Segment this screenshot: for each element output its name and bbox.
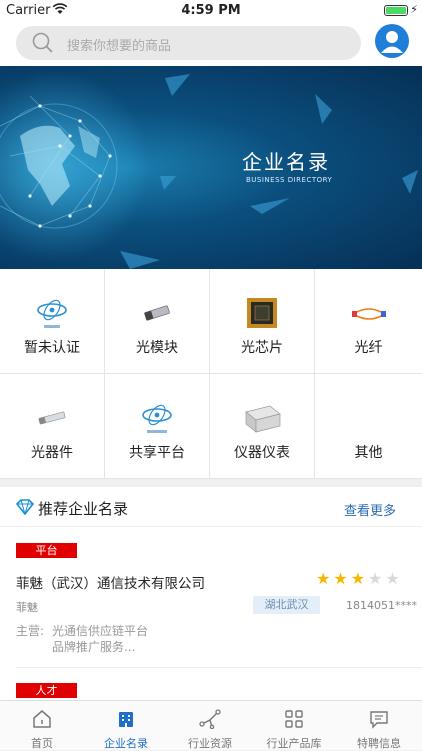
optical-module-icon [144, 305, 170, 321]
category-label: 光器件 [31, 445, 73, 461]
product-library-icon [285, 710, 303, 728]
search-header: 搜索你想要的商品 [0, 22, 422, 66]
tab-bar: 首页 企业名录 行业资源 行业产品库 特聘信息 [0, 700, 422, 750]
divider [16, 667, 422, 668]
category-label: 共享平台 [129, 445, 185, 461]
category-shared-platform[interactable]: 共享平台 [105, 374, 210, 479]
category-label: 暂未认证 [24, 340, 80, 356]
category-optical-module[interactable]: 光模块 [105, 269, 210, 374]
category-instrument[interactable]: 仪器仪表 [210, 374, 315, 479]
section-header: 推荐企业名录 查看更多 [0, 487, 422, 527]
tab-resources[interactable]: 行业资源 [168, 701, 252, 751]
instrument-icon [245, 405, 281, 433]
tab-home[interactable]: 首页 [0, 701, 84, 751]
star-icon: ★ [368, 569, 383, 588]
platform-logo-icon [142, 404, 172, 433]
globe-network-graphic [0, 71, 418, 269]
search-placeholder: 搜索你想要的商品 [67, 39, 172, 54]
category-label: 光纤 [354, 340, 383, 356]
tab-directory[interactable]: 企业名录 [84, 701, 168, 751]
banner-subtitle: BUSINESS DIRECTORY [246, 176, 333, 184]
view-more-link[interactable]: 查看更多 [344, 500, 396, 519]
search-icon [32, 32, 53, 53]
battery-icon [384, 5, 408, 16]
company-short-name: 菲魅 [16, 601, 38, 614]
category-other[interactable]: 其他 [315, 374, 422, 479]
category-label: 其他 [354, 445, 383, 461]
message-icon [370, 711, 388, 729]
status-bar: Carrier 4:59 PM ⚡ [0, 0, 422, 22]
category-label: 光模块 [136, 340, 178, 356]
tab-label: 特聘信息 [357, 737, 401, 750]
main-business: 主营: 光通信供应链平台 品牌推广服务... [16, 623, 148, 654]
charging-icon: ⚡ [410, 3, 418, 16]
category-tag: 人才 [16, 683, 77, 698]
clock: 4:59 PM [181, 3, 241, 18]
recommended-section: 推荐企业名录 查看更多 平台 菲魅（武汉）通信技术有限公司 ★ ★ ★ ★ ★ … [0, 487, 422, 700]
banner[interactable]: 企业名录 BUSINESS DIRECTORY [0, 66, 422, 269]
banner-title: 企业名录 [242, 150, 330, 174]
resource-icon [199, 709, 221, 729]
tab-special-info[interactable]: 特聘信息 [336, 701, 422, 751]
business-label: 主营: [16, 624, 45, 638]
tab-label: 企业名录 [104, 737, 148, 750]
star-icon: ★ [316, 569, 331, 588]
diamond-icon [16, 499, 34, 515]
tab-label: 首页 [31, 737, 53, 750]
search-input[interactable]: 搜索你想要的商品 [16, 26, 361, 60]
region-badge: 湖北武汉 [253, 596, 320, 614]
directory-icon [119, 712, 133, 727]
logo-icon [37, 299, 67, 328]
avatar[interactable] [375, 24, 409, 58]
fiber-icon [351, 308, 386, 320]
star-icon: ★ [350, 569, 366, 588]
star-icon: ★ [333, 569, 348, 588]
category-unverified[interactable]: 暂未认证 [0, 269, 105, 374]
category-grid: 暂未认证 光模块 光芯片 光纤 光器件 共享平台 仪器仪表 其他 [0, 269, 422, 479]
tab-label: 行业产品库 [266, 737, 322, 750]
category-label: 光芯片 [241, 340, 283, 356]
home-icon [33, 710, 51, 728]
business-value: 光通信供应链平台 品牌推广服务... [52, 624, 149, 654]
phone-number: 1814051**** [346, 599, 417, 612]
tab-product-library[interactable]: 行业产品库 [252, 701, 336, 751]
category-label: 仪器仪表 [234, 445, 290, 461]
rating-stars: ★ ★ ★ ★ ★ [316, 571, 400, 587]
category-fiber[interactable]: 光纤 [315, 269, 422, 374]
chip-icon [247, 298, 277, 328]
category-optical-device[interactable]: 光器件 [0, 374, 105, 479]
tab-label: 行业资源 [188, 737, 232, 750]
category-optical-chip[interactable]: 光芯片 [210, 269, 315, 374]
company-name: 菲魅（武汉）通信技术有限公司 [16, 576, 205, 592]
star-icon: ★ [385, 569, 400, 588]
optical-device-icon [38, 411, 66, 425]
category-tag: 平台 [16, 543, 77, 558]
user-icon [381, 31, 403, 53]
section-title: 推荐企业名录 [38, 500, 129, 518]
